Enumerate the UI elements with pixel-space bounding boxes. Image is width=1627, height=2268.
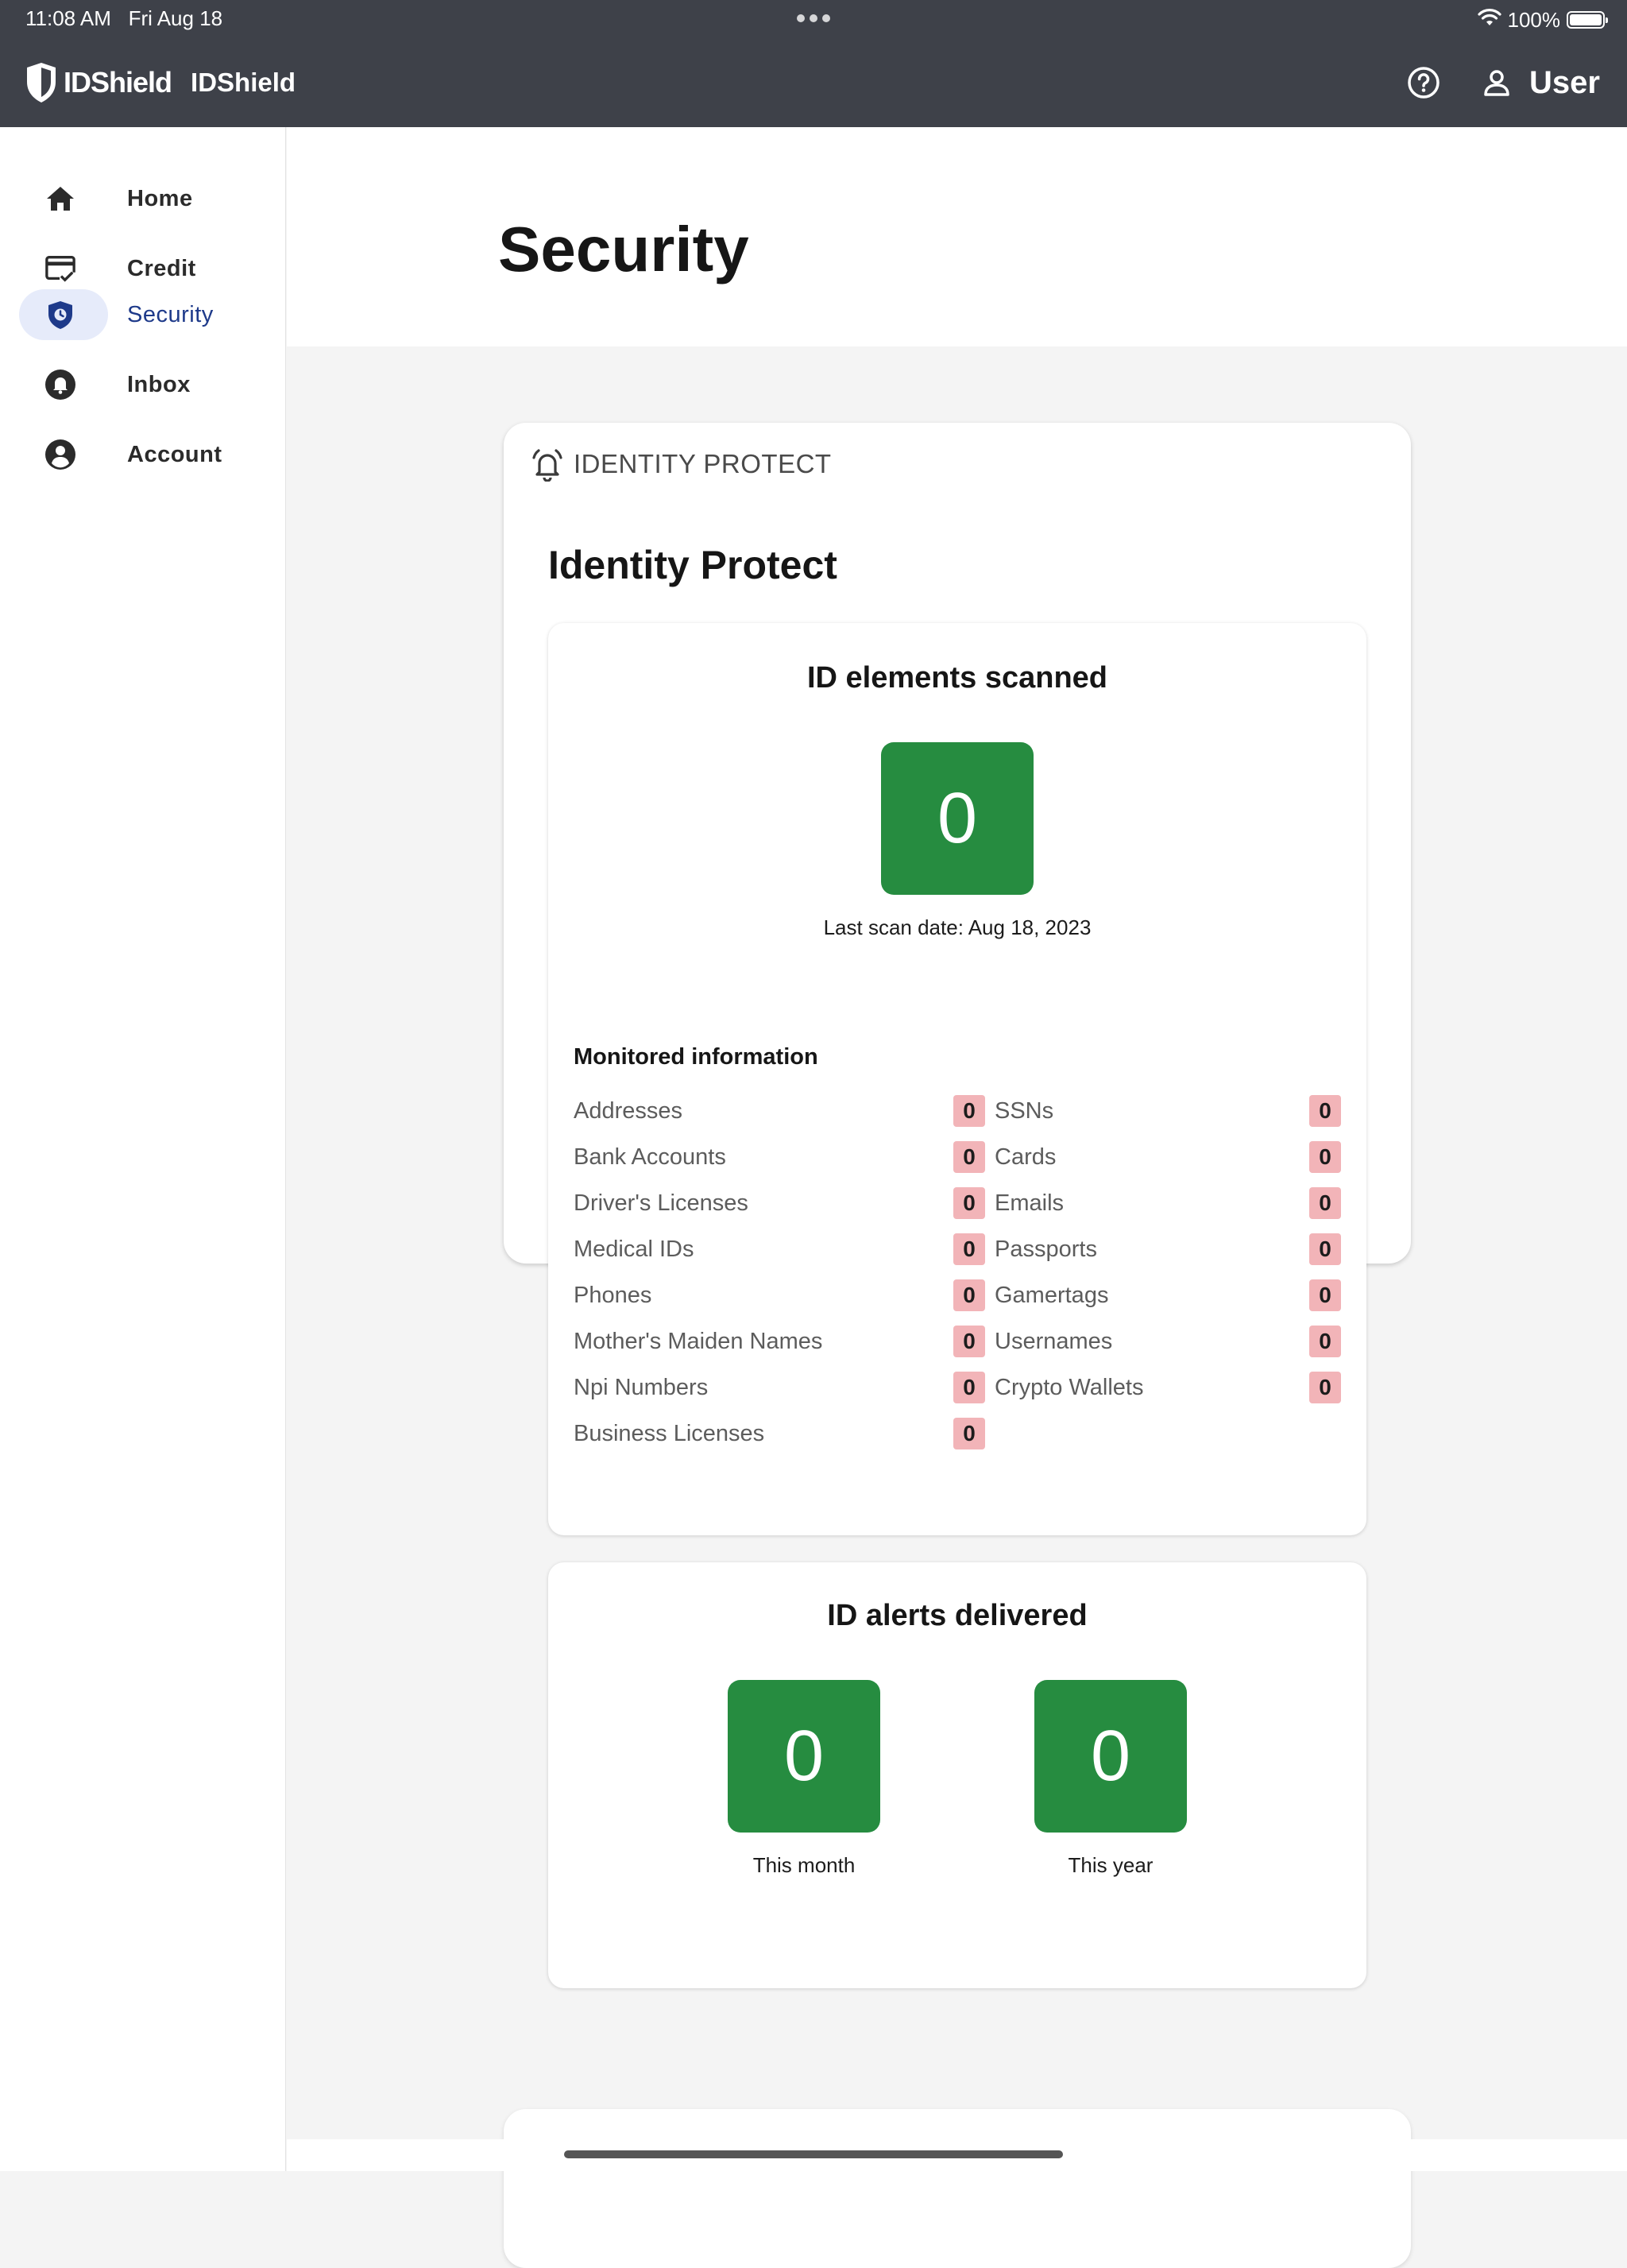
alerts-month-label: This month [752, 1853, 856, 1877]
sidebar-item-home[interactable]: Home [19, 173, 265, 224]
idshield-logo: IDShield [24, 61, 172, 104]
monitored-row: Passports 0 [995, 1233, 1341, 1265]
scanned-count: 0 [881, 742, 1034, 895]
monitored-row: Bank Accounts 0 [574, 1141, 985, 1173]
status-bar-right: 100% [1477, 6, 1608, 33]
sidebar: Home Credit Security Inbox Account [0, 127, 286, 2171]
app-name: IDShield [191, 68, 296, 97]
credit-card-check-icon [44, 253, 76, 284]
status-date: Fri Aug 18 [128, 6, 223, 30]
monitored-row: Addresses 0 [574, 1095, 985, 1127]
section-label-text: IDENTITY PROTECT [574, 449, 832, 478]
id-alerts-delivered-card: ID alerts delivered 0 This month 0 This … [548, 1562, 1366, 1988]
alerts-year-label: This year [1068, 1853, 1154, 1877]
sidebar-item-label: Credit [127, 255, 196, 281]
count-badge: 0 [953, 1279, 985, 1311]
identity-protect-title: Identity Protect [548, 543, 837, 587]
multitasking-dots-icon[interactable] [797, 14, 830, 22]
sidebar-item-account[interactable]: Account [19, 429, 265, 480]
battery-percent: 100% [1507, 7, 1561, 32]
sidebar-item-label: Account [127, 441, 222, 467]
last-scan-date: Last scan date: Aug 18, 2023 [823, 915, 1092, 939]
monitored-row: Emails 0 [995, 1187, 1341, 1219]
sidebar-item-label: Home [127, 185, 193, 211]
sidebar-item-label: Inbox [127, 371, 191, 397]
page-header: Security [287, 127, 1627, 346]
sidebar-item-inbox[interactable]: Inbox [19, 359, 265, 410]
sidebar-item-label: Security [127, 301, 214, 327]
next-section-card [504, 2109, 1411, 2268]
monitored-label: Passports [995, 1236, 1097, 1262]
monitored-label: Npi Numbers [574, 1374, 709, 1400]
alerts-heading: ID alerts delivered [827, 1599, 1088, 1632]
monitored-label: Gamertags [995, 1282, 1109, 1308]
count-badge: 0 [953, 1141, 985, 1173]
count-badge: 0 [1309, 1233, 1341, 1265]
help-icon[interactable] [1407, 66, 1440, 99]
home-icon [44, 183, 76, 215]
alerts-year-count: 0 [1034, 1680, 1187, 1833]
count-badge: 0 [953, 1418, 985, 1449]
monitored-row: Medical IDs 0 [574, 1233, 985, 1265]
app-bar: 11:08 AM Fri Aug 18 100% IDShield IDShie… [0, 0, 1627, 127]
monitored-row: Driver's Licenses 0 [574, 1187, 985, 1219]
count-badge: 0 [1309, 1279, 1341, 1311]
alarm-bell-icon [532, 449, 562, 482]
shield-clock-icon [44, 299, 76, 331]
status-time: 11:08 AM [25, 6, 111, 30]
bell-icon [44, 369, 76, 401]
user-icon [1484, 70, 1509, 96]
monitored-row: Mother's Maiden Names 0 [574, 1326, 985, 1357]
count-badge: 0 [1309, 1095, 1341, 1127]
count-badge: 0 [1309, 1326, 1341, 1357]
count-badge: 0 [953, 1233, 985, 1265]
monitored-label: Cards [995, 1144, 1057, 1170]
user-menu-button[interactable]: User [1482, 65, 1600, 101]
status-bar-time: 11:08 AM Fri Aug 18 [25, 6, 222, 31]
monitored-label: Mother's Maiden Names [574, 1328, 823, 1354]
monitored-label: Usernames [995, 1328, 1113, 1354]
sidebar-item-security[interactable]: Security [19, 289, 265, 340]
count-badge: 0 [953, 1326, 985, 1357]
monitored-row: Crypto Wallets 0 [995, 1372, 1341, 1403]
scanned-heading: ID elements scanned [806, 661, 1108, 695]
sidebar-item-credit[interactable]: Credit [19, 243, 265, 294]
monitored-label: Business Licenses [574, 1420, 765, 1446]
user-label: User [1529, 64, 1600, 100]
monitored-label: Crypto Wallets [995, 1374, 1144, 1400]
shield-logo-icon [27, 63, 56, 103]
id-elements-scanned-card: ID elements scanned 0 Last scan date: Au… [548, 623, 1366, 1535]
monitored-row: Npi Numbers 0 [574, 1372, 985, 1403]
monitored-row: Usernames 0 [995, 1326, 1341, 1357]
brand[interactable]: IDShield IDShield [24, 60, 296, 105]
count-badge: 0 [1309, 1372, 1341, 1403]
monitored-label: Phones [574, 1282, 652, 1308]
monitored-row: Phones 0 [574, 1279, 985, 1311]
monitored-label: Medical IDs [574, 1236, 694, 1262]
monitored-label: SSNs [995, 1097, 1054, 1124]
monitored-row: SSNs 0 [995, 1095, 1341, 1127]
wifi-icon [1477, 8, 1501, 33]
logo-wordmark: IDShield [64, 66, 172, 99]
account-circle-icon [44, 439, 76, 470]
monitored-row: Gamertags 0 [995, 1279, 1341, 1311]
count-badge: 0 [953, 1095, 985, 1127]
monitored-info-title: Monitored information [574, 1044, 818, 1070]
monitored-label: Emails [995, 1190, 1065, 1216]
monitored-row: Business Licenses 0 [574, 1418, 985, 1449]
count-badge: 0 [1309, 1187, 1341, 1219]
monitored-label: Bank Accounts [574, 1144, 726, 1170]
monitored-label: Driver's Licenses [574, 1190, 748, 1216]
page-title: Security [498, 214, 749, 284]
monitored-row: Cards 0 [995, 1141, 1341, 1173]
alerts-month-count: 0 [728, 1680, 880, 1833]
count-badge: 0 [953, 1187, 985, 1219]
section-label: IDENTITY PROTECT [531, 447, 832, 482]
count-badge: 0 [1309, 1141, 1341, 1173]
count-badge: 0 [953, 1372, 985, 1403]
home-indicator[interactable] [564, 2150, 1063, 2158]
monitored-label: Addresses [574, 1097, 683, 1124]
battery-icon [1567, 11, 1608, 29]
